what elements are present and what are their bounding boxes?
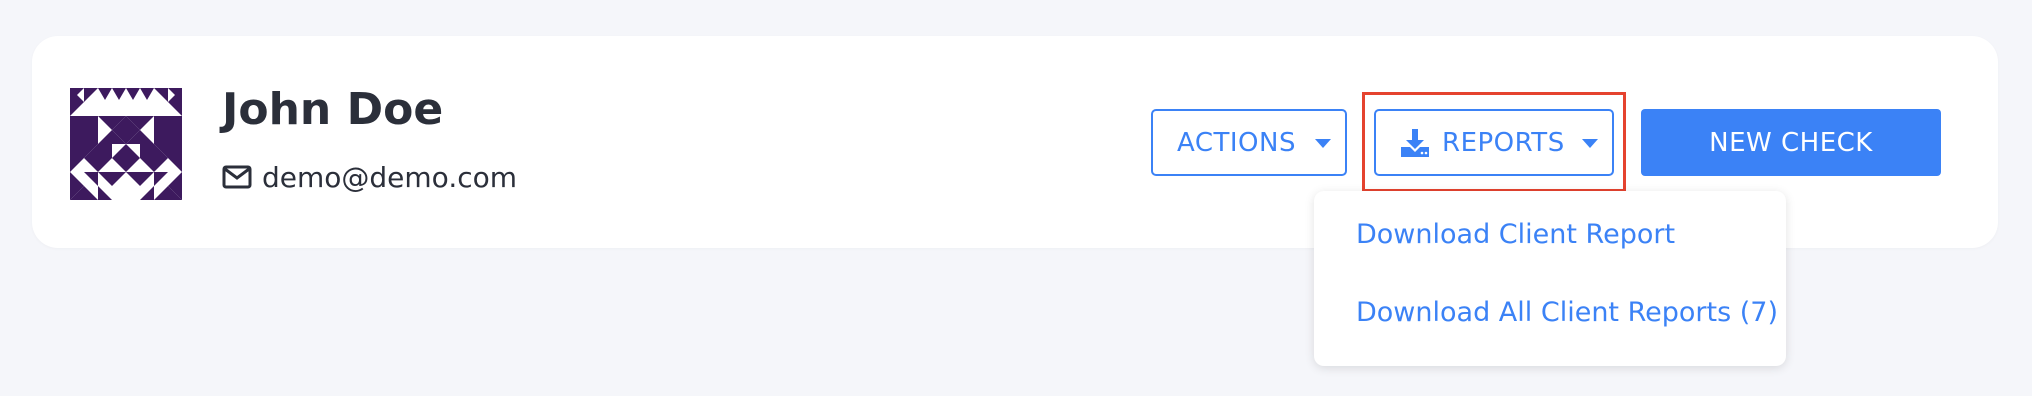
download-icon — [1401, 128, 1429, 157]
client-email: demo@demo.com — [262, 160, 518, 194]
actions-label: ACTIONS — [1177, 127, 1296, 158]
reports-dropdown-menu: Download Client Report Download All Clie… — [1314, 191, 1786, 366]
client-name: John Doe — [222, 84, 444, 135]
download-client-report-item[interactable]: Download Client Report — [1356, 219, 1675, 250]
client-email-row: demo@demo.com — [222, 157, 517, 197]
new-check-label: NEW CHECK — [1709, 127, 1873, 158]
download-all-client-reports-item[interactable]: Download All Client Reports (7) — [1356, 297, 1778, 328]
identicon-avatar — [70, 88, 182, 200]
reports-label: REPORTS — [1442, 127, 1565, 158]
actions-dropdown-button[interactable]: ACTIONS — [1151, 109, 1347, 176]
caret-down-icon — [1315, 139, 1331, 148]
new-check-button[interactable]: NEW CHECK — [1641, 109, 1941, 176]
envelope-icon — [222, 165, 252, 189]
caret-down-icon — [1582, 139, 1598, 148]
reports-dropdown-button[interactable]: REPORTS — [1374, 109, 1614, 176]
